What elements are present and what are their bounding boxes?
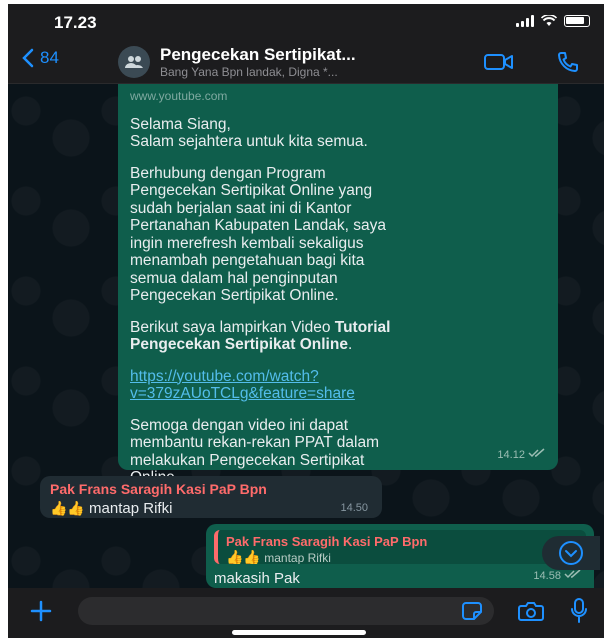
youtube-link[interactable]: https://youtube.com/watch? v=379zAUoTCLg… (130, 368, 355, 403)
message-time: 14.12 (497, 447, 546, 465)
message-text: . (347, 336, 353, 353)
quoted-text: 👍👍 mantap Rifki (226, 549, 578, 564)
message-paragraph-body: Berhubung dengan Program Pengecekan Sert… (130, 164, 386, 305)
message-time: 14.50 (340, 502, 368, 514)
phone-screen: 17.23 84 Pengecekan Sertipikat... Bang Y… (8, 4, 604, 638)
chat-header: 84 Pengecekan Sertipikat... Bang Yana Bp… (8, 40, 604, 84)
message-paragraph-greeting: Selama Siang, Salam sejahtera untuk kita… (130, 115, 368, 151)
chat-area[interactable]: www.youtube.com Selama Siang, Salam seja… (8, 84, 604, 588)
time-text: 14.12 (497, 448, 525, 461)
quoted-message-text: mantap Rifki (264, 551, 331, 564)
scroll-down-button[interactable] (542, 536, 600, 570)
unread-count: 84 (40, 48, 59, 67)
plus-icon[interactable] (30, 596, 52, 630)
link-preview-url[interactable]: www.youtube.com (130, 88, 546, 106)
group-avatar-icon[interactable] (118, 46, 150, 78)
status-time: 17.23 (54, 13, 97, 32)
quoted-message[interactable]: Pak Frans Saragih Kasi PaP Bpn 👍👍 mantap… (214, 530, 586, 564)
chat-title[interactable]: Pengecekan Sertipikat... (160, 45, 460, 65)
home-indicator[interactable] (232, 630, 366, 635)
status-icons (516, 15, 590, 27)
battery-icon (564, 15, 590, 27)
double-check-icon (528, 447, 545, 457)
message-paragraph-video: Berikut saya lampirkan Video Tutorial Pe… (130, 319, 546, 354)
camera-icon[interactable] (518, 601, 544, 621)
incoming-message-bubble[interactable]: Pak Frans Saragih Kasi PaP Bpn 👍👍 mantap… (40, 476, 382, 518)
double-check-icon (564, 569, 581, 579)
message-time: 14.58 (533, 569, 582, 582)
video-call-icon[interactable] (484, 52, 514, 72)
message-text: makasih Pak (214, 570, 300, 587)
message-text: Berikut saya lampirkan Video (130, 318, 335, 336)
chevron-down-icon (559, 541, 583, 565)
message-paragraph-link: https://youtube.com/watch? v=379zAUoTCLg… (130, 368, 546, 403)
status-bar: 17.23 (8, 4, 604, 40)
quoted-sender-name: Pak Frans Saragih Kasi PaP Bpn (226, 534, 428, 549)
message-text: mantap Rifki (89, 500, 173, 517)
back-button[interactable]: 84 (22, 48, 59, 68)
time-text: 14.58 (533, 570, 561, 582)
signal-icon (516, 15, 534, 27)
wifi-icon (541, 15, 557, 26)
message-content: 👍👍 mantap Rifki (50, 500, 372, 517)
thumbs-up-emoji: 👍👍 (50, 500, 85, 516)
chevron-left-icon (22, 48, 34, 68)
reply-message-bubble[interactable]: Pak Frans Saragih Kasi PaP Bpn 👍👍 mantap… (206, 524, 594, 588)
chat-participants: Bang Yana Bpn landak, Digna *... (160, 65, 338, 79)
sticker-icon[interactable] (462, 602, 482, 620)
thumbs-up-emoji: 👍👍 (226, 549, 261, 564)
phone-icon[interactable] (556, 50, 580, 74)
outgoing-message-bubble[interactable]: www.youtube.com Selama Siang, Salam seja… (118, 84, 558, 504)
message-input[interactable] (78, 597, 494, 625)
sender-name[interactable]: Pak Frans Saragih Kasi PaP Bpn (50, 481, 372, 497)
mic-icon[interactable] (570, 598, 588, 624)
